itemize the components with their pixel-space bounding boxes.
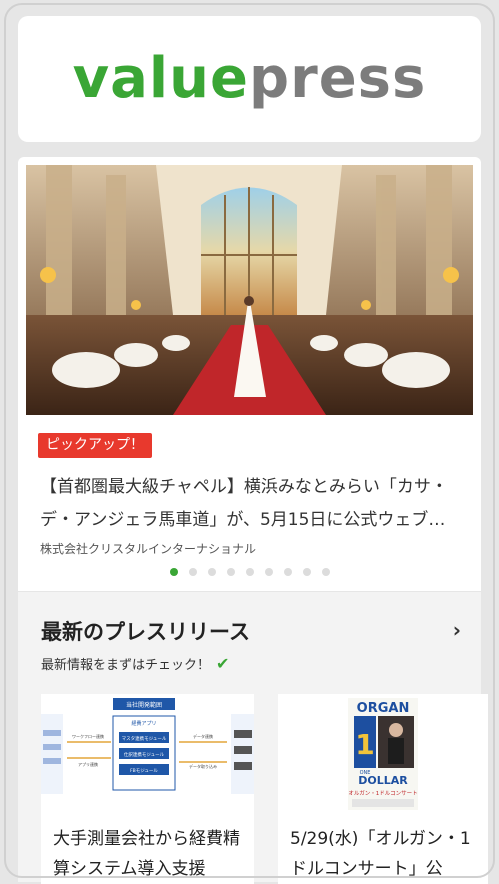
thumb-header-text: 当社開発範囲 <box>126 701 162 709</box>
svg-text:1: 1 <box>355 728 374 761</box>
valuepress-logo: valuepress <box>73 51 427 107</box>
chevron-right-icon[interactable]: › <box>453 618 461 642</box>
logo-press-text: press <box>248 46 427 111</box>
carousel-dot-1[interactable] <box>169 568 178 576</box>
poster-jp-text: オルガン・1ドルコンサート <box>348 789 417 797</box>
poster-dollar-text: DOLLAR <box>358 774 408 787</box>
carousel-dot-3[interactable] <box>207 568 216 576</box>
thumb-right-label: データ連携 <box>193 733 213 739</box>
carousel-dot-6[interactable] <box>264 568 273 576</box>
latest-releases-section: 最新のプレスリリース › 最新情報をまずはチェック！ ✔ 当社開発範囲 経費アプ… <box>18 592 488 884</box>
section-title[interactable]: 最新のプレスリリース <box>41 616 250 646</box>
poster-organ-text: ORGAN <box>357 701 410 716</box>
thumb-system-text: 経費アプリ <box>131 720 156 727</box>
featured-company[interactable]: 株式会社クリスタルインターナショナル <box>40 540 256 557</box>
carousel-dot-5[interactable] <box>245 568 254 576</box>
header-logo-card[interactable]: valuepress <box>18 16 481 142</box>
thumb-right-label-2: データ取り込み <box>189 763 217 769</box>
carousel-dot-2[interactable] <box>188 568 197 576</box>
carousel-dot-4[interactable] <box>226 568 235 576</box>
thumb-module-1: マスタ連携モジュール <box>122 735 167 742</box>
logo-value-text: value <box>72 46 249 111</box>
carousel-dot-7[interactable] <box>283 568 292 576</box>
chapel-illustration <box>26 165 473 415</box>
thumb-module-3: FBモジュール <box>130 768 158 774</box>
featured-release-card[interactable]: ピックアップ！ 【首都圏最大級チャペル】横浜みなとみらい「カサ・デ・アンジェラ馬… <box>18 157 481 591</box>
system-diagram-thumbnail: 当社開発範囲 経費アプリ マスタ連携モジュール 仕訳連携モジュール FBモジュー… <box>41 694 254 814</box>
carousel-dot-8[interactable] <box>302 568 311 576</box>
section-subtitle: 最新情報をまずはチェック！ ✔ <box>41 654 229 673</box>
carousel-indicator <box>18 568 481 576</box>
thumb-module-2: 仕訳連携モジュール <box>124 751 165 758</box>
thumb-left-label-2: アプリ連携 <box>78 761 98 767</box>
check-icon: ✔ <box>216 654 230 673</box>
app-frame: valuepress ピックアップ！ 【首都圏最大級チャペル】横浜みなとみらい「… <box>0 0 499 884</box>
chapel-photo[interactable] <box>26 165 473 415</box>
organ-concert-poster: ORGAN 1 ONE DOLLAR オルガン・1ドルコンサート <box>278 694 488 814</box>
release-card-title[interactable]: 5/29(水)「オルガン・1ドルコンサート」公 <box>290 824 482 884</box>
thumb-left-label: ワークフロー連携 <box>72 733 104 739</box>
release-card-title[interactable]: 大手測量会社から経費精算システム導入支援 <box>53 824 248 884</box>
release-card[interactable]: ORGAN 1 ONE DOLLAR オルガン・1ドルコンサート 5/29(水)… <box>278 694 488 884</box>
pickup-badge: ピックアップ！ <box>38 433 152 458</box>
featured-headline[interactable]: 【首都圏最大級チャペル】横浜みなとみらい「カサ・デ・アンジェラ馬車道」が、5月1… <box>40 471 470 537</box>
carousel-dot-9[interactable] <box>321 568 330 576</box>
release-card[interactable]: 当社開発範囲 経費アプリ マスタ連携モジュール 仕訳連携モジュール FBモジュー… <box>41 694 254 884</box>
section-subtitle-text: 最新情報をまずはチェック！ <box>41 658 211 673</box>
